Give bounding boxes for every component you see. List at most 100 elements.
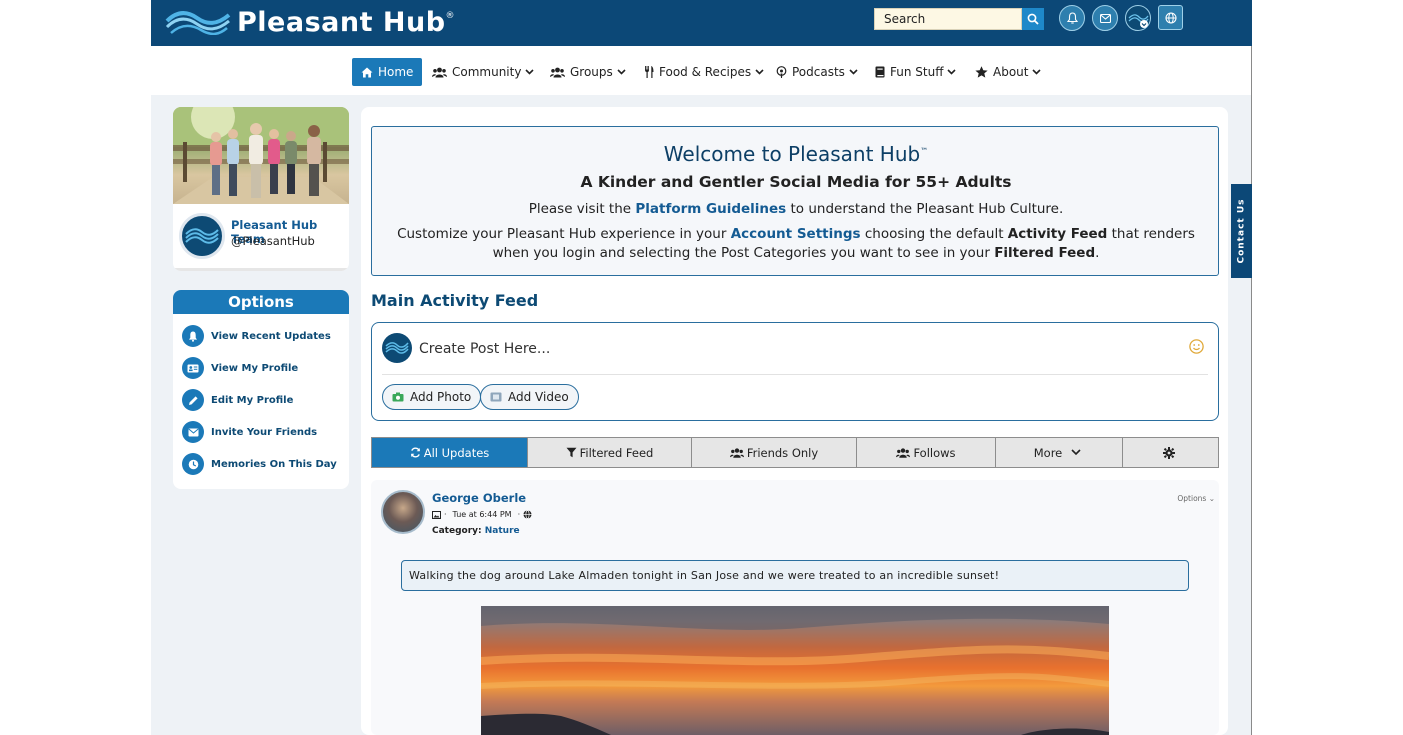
post-text: Walking the dog around Lake Almaden toni…	[401, 560, 1189, 591]
profile-handle: @PleasantHub	[231, 234, 315, 248]
option-label: View My Profile	[211, 362, 299, 374]
utensils-icon	[645, 66, 654, 78]
nav-community[interactable]: Community	[432, 58, 535, 86]
option-label: Memories On This Day	[211, 458, 337, 470]
profile-avatar[interactable]	[179, 213, 225, 259]
tab-label: Filtered Feed	[579, 445, 654, 460]
nav-fun-label: Fun Stuff	[890, 65, 944, 79]
film-icon	[490, 392, 502, 402]
clock-icon	[182, 453, 204, 475]
option-label: Invite Your Friends	[211, 426, 318, 438]
users-icon	[896, 447, 911, 458]
pencil-icon	[182, 389, 204, 411]
account-menu-button[interactable]	[1125, 5, 1151, 31]
chevron-down-icon	[1071, 449, 1081, 456]
globe-icon	[523, 510, 532, 519]
wave-logo-icon	[165, 11, 231, 35]
tab-label: Follows	[913, 445, 956, 460]
nav-groups[interactable]: Groups	[550, 58, 626, 86]
post-options-menu[interactable]: Options ⌄	[1177, 494, 1215, 503]
create-post-input[interactable]: Create Post Here...	[419, 341, 550, 357]
option-memories[interactable]: Memories On This Day	[182, 453, 337, 475]
post-meta: · Tue at 6:44 PM ·	[432, 510, 532, 519]
platform-guidelines-link[interactable]: Platform Guidelines	[635, 201, 786, 217]
user-avatar	[382, 333, 412, 363]
notifications-button[interactable]	[1059, 5, 1085, 31]
tab-more[interactable]: More	[996, 438, 1123, 467]
podcast-icon	[776, 66, 787, 78]
chevron-down-icon	[1032, 69, 1042, 75]
chevron-down-icon	[617, 69, 626, 75]
welcome-line-guidelines: Please visit the Platform Guidelines to …	[528, 201, 1064, 217]
option-view-recent-updates[interactable]: View Recent Updates	[182, 325, 331, 347]
author-avatar[interactable]	[381, 490, 425, 534]
welcome-subtitle: A Kinder and Gentler Social Media for 55…	[580, 173, 1012, 191]
nav-fun-stuff[interactable]: Fun Stuff	[875, 58, 957, 86]
messages-button[interactable]	[1092, 5, 1118, 31]
star-icon	[975, 66, 988, 78]
tab-follows[interactable]: Follows	[857, 438, 996, 467]
post-photo[interactable]	[481, 606, 1109, 735]
welcome-line-settings: Customize your Pleasant Hub experience i…	[397, 226, 1195, 261]
emoji-icon[interactable]	[1189, 339, 1204, 354]
divider	[382, 374, 1208, 375]
category-link[interactable]: Nature	[485, 526, 520, 536]
add-photo-label: Add Photo	[410, 390, 472, 404]
envelope-icon	[1099, 13, 1111, 23]
wave-logo-icon	[385, 342, 409, 354]
chevron-down-icon	[755, 69, 764, 75]
main-content: Welcome to Pleasant Hub™ A Kinder and Ge…	[361, 107, 1228, 735]
top-header: Pleasant Hub ® Search	[151, 0, 1252, 46]
id-card-icon	[182, 357, 204, 379]
users-icon	[432, 67, 447, 77]
nav-food-recipes[interactable]: Food & Recipes	[644, 58, 764, 86]
option-label: Edit My Profile	[211, 394, 294, 406]
tab-friends-only[interactable]: Friends Only	[692, 438, 857, 467]
option-view-my-profile[interactable]: View My Profile	[182, 357, 298, 379]
option-label: View Recent Updates	[211, 330, 331, 342]
language-button[interactable]	[1158, 5, 1183, 30]
search-input[interactable]: Search	[874, 8, 1022, 30]
site-logo[interactable]: Pleasant Hub ®	[165, 5, 455, 39]
chevron-down-icon	[849, 69, 858, 75]
contact-us-tab[interactable]: Contact Us	[1231, 184, 1252, 278]
nav-home-label: Home	[378, 65, 414, 79]
nav-podcasts-label: Podcasts	[792, 65, 845, 79]
globe-icon	[1164, 11, 1177, 24]
author-name[interactable]: George Oberle	[432, 491, 526, 505]
welcome-banner: Welcome to Pleasant Hub™ A Kinder and Ge…	[371, 126, 1219, 276]
contact-us-label: Contact Us	[1236, 198, 1247, 264]
nav-home[interactable]: Home	[352, 58, 423, 86]
post-time[interactable]: Tue at 6:44 PM	[453, 510, 512, 519]
add-photo-button[interactable]: Add Photo	[382, 384, 482, 410]
page: Pleasant Hub ® Search Home Community Gro…	[151, 0, 1252, 735]
nav-food-label: Food & Recipes	[659, 65, 752, 79]
chevron-down-icon	[947, 69, 957, 75]
tab-filtered-feed[interactable]: Filtered Feed	[528, 438, 692, 467]
tab-settings[interactable]	[1123, 438, 1218, 467]
gear-icon	[1163, 446, 1175, 459]
search-button[interactable]	[1022, 8, 1044, 30]
tab-all-updates[interactable]: All Updates	[372, 438, 528, 467]
nav-podcasts[interactable]: Podcasts	[776, 58, 858, 86]
add-video-button[interactable]: Add Video	[480, 384, 579, 410]
option-invite-friends[interactable]: Invite Your Friends	[182, 421, 317, 443]
nav-about[interactable]: About	[975, 58, 1042, 86]
tab-label: All Updates	[423, 445, 490, 460]
image-icon	[432, 510, 441, 519]
options-title: Options	[173, 290, 349, 314]
feed-title: Main Activity Feed	[371, 291, 539, 310]
nav-groups-label: Groups	[570, 65, 613, 79]
camera-icon	[392, 392, 404, 402]
bell-icon	[1066, 12, 1078, 24]
book-icon	[875, 66, 885, 78]
wave-logo-icon	[185, 228, 219, 244]
create-post-box: Create Post Here... Add Photo Add Video	[371, 322, 1219, 421]
account-settings-link[interactable]: Account Settings	[731, 226, 861, 242]
tab-label: Friends Only	[746, 445, 819, 460]
divider	[173, 268, 349, 271]
search-icon	[1027, 13, 1039, 25]
option-edit-my-profile[interactable]: Edit My Profile	[182, 389, 293, 411]
options-card: Options View Recent Updates View My Prof…	[173, 290, 349, 489]
group-icon	[550, 67, 565, 77]
